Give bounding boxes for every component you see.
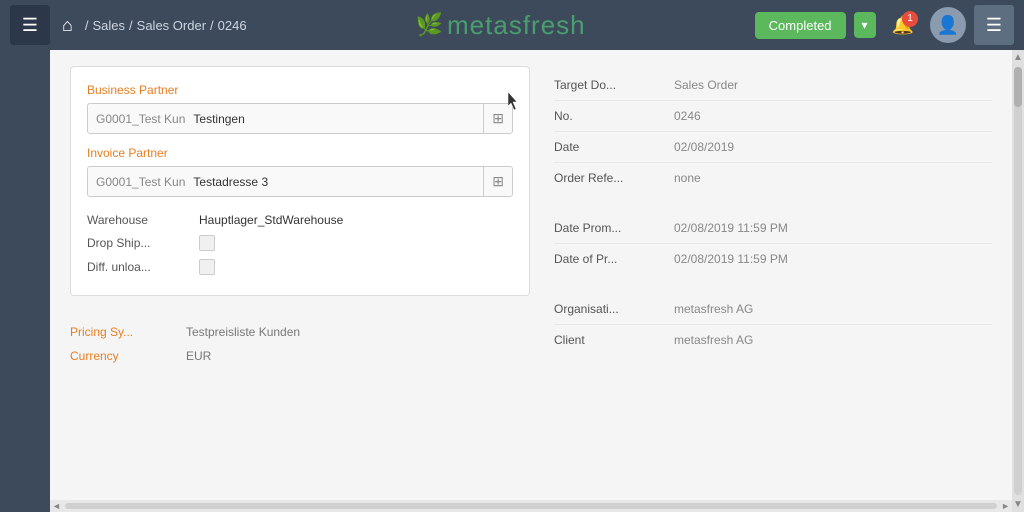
- order-ref-row: Order Refe... none: [554, 163, 992, 193]
- target-doc-label: Target Do...: [554, 78, 674, 92]
- left-sidebar: [0, 50, 50, 512]
- target-doc-value: Sales Order: [674, 78, 738, 92]
- diff-unload-checkbox[interactable]: [199, 259, 215, 275]
- home-button[interactable]: ⌂: [58, 11, 77, 40]
- breadcrumb-sep3: /: [210, 18, 214, 33]
- drop-ship-label: Drop Ship...: [87, 236, 187, 250]
- date-pr-value: 02/08/2019 11:59 PM: [674, 252, 788, 266]
- organisation-label: Organisati...: [554, 302, 674, 316]
- sidebar-toggle-button[interactable]: ☰: [974, 5, 1014, 45]
- client-label: Client: [554, 333, 674, 347]
- no-label: No.: [554, 109, 674, 123]
- scroll-track[interactable]: [1014, 67, 1022, 495]
- date-prom-row: Date Prom... 02/08/2019 11:59 PM: [554, 213, 992, 244]
- notification-badge: 1: [902, 11, 918, 27]
- breadcrumb-sep1: /: [85, 18, 89, 33]
- logo-leaf-icon: 🌿: [416, 12, 443, 38]
- warehouse-value: Hauptlager_StdWarehouse: [199, 213, 343, 227]
- scroll-left-arrow[interactable]: ◄: [50, 501, 63, 511]
- date-prom-value: 02/08/2019 11:59 PM: [674, 221, 788, 235]
- horizontal-scroll-track[interactable]: [65, 503, 997, 509]
- business-partner-value: G0001_Test Kun Testingen: [88, 106, 483, 132]
- logo-text: metasfresh: [447, 10, 586, 41]
- scroll-up-arrow[interactable]: ▲: [1011, 50, 1024, 65]
- order-ref-label: Order Refe...: [554, 171, 674, 185]
- client-value: metasfresh AG: [674, 333, 753, 347]
- invoice-partner-value: G0001_Test Kun Testadresse 3: [88, 169, 483, 195]
- diff-unload-label: Diff. unloa...: [87, 260, 187, 274]
- logo-area: 🌿 metasfresh: [255, 10, 747, 41]
- notification-button[interactable]: 🔔 1: [884, 11, 922, 40]
- pricing-sys-label: Pricing Sy...: [70, 325, 170, 339]
- pricing-sys-value: Testpreisliste Kunden: [186, 325, 300, 339]
- ip-part2: Testadresse 3: [193, 175, 268, 189]
- target-doc-row: Target Do... Sales Order: [554, 70, 992, 101]
- avatar-icon: 👤: [937, 15, 959, 36]
- breadcrumb-sales[interactable]: Sales: [93, 18, 126, 33]
- header-actions: Completed ▾ 🔔 1 👤 ☰: [755, 5, 1014, 45]
- drop-ship-checkbox[interactable]: [199, 235, 215, 251]
- invoice-partner-label: Invoice Partner: [87, 146, 513, 160]
- client-row: Client metasfresh AG: [554, 325, 992, 355]
- form-card: Business Partner G0001_Test Kun Testinge…: [70, 66, 530, 296]
- no-row: No. 0246: [554, 101, 992, 132]
- order-ref-value: none: [674, 171, 701, 185]
- form-section: Business Partner G0001_Test Kun Testinge…: [70, 66, 530, 496]
- info-group-2: Date Prom... 02/08/2019 11:59 PM Date of…: [554, 213, 992, 274]
- ip-picker-icon[interactable]: ⊞: [483, 167, 512, 196]
- avatar[interactable]: 👤: [930, 7, 966, 43]
- date-label: Date: [554, 140, 674, 154]
- currency-value: EUR: [186, 349, 211, 363]
- breadcrumb-sales-order[interactable]: Sales Order: [137, 18, 206, 33]
- menu-button[interactable]: ☰: [10, 5, 50, 45]
- info-group-1: Target Do... Sales Order No. 0246 Date 0…: [554, 70, 992, 193]
- info-group-3: Organisati... metasfresh AG Client metas…: [554, 294, 992, 355]
- pricing-sys-row: Pricing Sy... Testpreisliste Kunden: [70, 320, 530, 344]
- date-pr-label: Date of Pr...: [554, 252, 674, 266]
- bp-part2: Testingen: [193, 112, 244, 126]
- scroll-right-arrow[interactable]: ►: [999, 501, 1012, 511]
- bp-part1: G0001_Test Kun: [96, 112, 185, 126]
- diff-unload-field: Diff. unloa...: [87, 255, 513, 279]
- content-area: Business Partner G0001_Test Kun Testinge…: [50, 50, 1012, 512]
- home-icon: ⌂: [62, 15, 73, 35]
- business-partner-label: Business Partner: [87, 83, 513, 97]
- currency-row: Currency EUR: [70, 344, 530, 368]
- extra-fields: Pricing Sy... Testpreisliste Kunden Curr…: [70, 312, 530, 376]
- organisation-value: metasfresh AG: [674, 302, 753, 316]
- breadcrumb: / Sales / Sales Order / 0246: [85, 18, 247, 33]
- date-prom-label: Date Prom...: [554, 221, 674, 235]
- no-value: 0246: [674, 109, 701, 123]
- main-area: Business Partner G0001_Test Kun Testinge…: [0, 50, 1024, 512]
- status-dropdown-button[interactable]: ▾: [854, 12, 876, 38]
- header: ☰ ⌂ / Sales / Sales Order / 0246 🌿 metas…: [0, 0, 1024, 50]
- sidebar-toggle-icon: ☰: [986, 15, 1002, 36]
- date-row: Date 02/08/2019: [554, 132, 992, 163]
- date-value: 02/08/2019: [674, 140, 734, 154]
- invoice-partner-input[interactable]: G0001_Test Kun Testadresse 3 ⊞: [87, 166, 513, 197]
- status-button[interactable]: Completed: [755, 12, 846, 39]
- bp-picker-icon[interactable]: ⊞: [483, 104, 512, 133]
- scroll-thumb[interactable]: [1014, 67, 1022, 107]
- menu-icon: ☰: [22, 15, 38, 36]
- date-pr-row: Date of Pr... 02/08/2019 11:59 PM: [554, 244, 992, 274]
- vertical-scrollbar[interactable]: ▲ ▼: [1012, 50, 1024, 512]
- warehouse-field: Warehouse Hauptlager_StdWarehouse: [87, 209, 513, 231]
- currency-label: Currency: [70, 349, 170, 363]
- warehouse-label: Warehouse: [87, 213, 187, 227]
- drop-ship-field: Drop Ship...: [87, 231, 513, 255]
- scroll-down-arrow[interactable]: ▼: [1011, 497, 1024, 512]
- organisation-row: Organisati... metasfresh AG: [554, 294, 992, 325]
- horizontal-scrollbar[interactable]: ◄ ►: [50, 500, 1012, 512]
- ip-part1: G0001_Test Kun: [96, 175, 185, 189]
- info-section: Target Do... Sales Order No. 0246 Date 0…: [554, 66, 992, 496]
- business-partner-input[interactable]: G0001_Test Kun Testingen ⊞: [87, 103, 513, 134]
- breadcrumb-sep2: /: [129, 18, 133, 33]
- breadcrumb-order-num: 0246: [218, 18, 247, 33]
